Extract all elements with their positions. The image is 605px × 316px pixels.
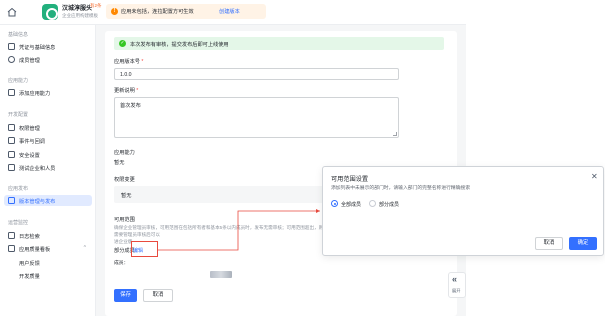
sidebar-item-version-release[interactable]: 版本管理与发布: [4, 195, 92, 206]
sidebar-section-release: 应用发布: [8, 186, 29, 192]
version-input[interactable]: 1.0.0: [114, 68, 399, 80]
version-label: 应用版本号 *: [114, 59, 144, 65]
sidebar-item-add-capability[interactable]: 添加应用能力: [4, 87, 92, 98]
sidebar: 基础信息 凭证与基础信息 成员管理 应用能力 添加应用能力 开发配置 权限管理 …: [0, 25, 96, 316]
notes-textarea[interactable]: 首次发布: [114, 97, 399, 138]
credential-icon: [8, 43, 15, 50]
create-version-link[interactable]: 创建版本: [219, 8, 240, 15]
home-icon[interactable]: [6, 6, 18, 18]
warning-icon: !: [111, 8, 118, 15]
event-icon: [8, 137, 15, 144]
expand-panel-button[interactable]: « 展开: [448, 272, 466, 298]
sidebar-section-capability: 应用能力: [8, 78, 29, 84]
sidebar-item-test-enterprise[interactable]: 测试企业和人员: [4, 162, 92, 173]
version-icon: [8, 197, 15, 204]
members-label: 成员：: [114, 261, 129, 266]
sidebar-item-credentials[interactable]: 凭证与基础信息: [4, 41, 92, 52]
app-name: 汉城淳服头: [62, 6, 93, 12]
lock-icon: [8, 124, 15, 131]
sidebar-item-quality-board[interactable]: 应用质量看板 ^: [4, 243, 92, 254]
sidebar-item-events[interactable]: 事件与回调: [4, 135, 92, 146]
check-circle-icon: ✓: [119, 40, 126, 47]
sidebar-item-logs[interactable]: 日志检索: [4, 230, 92, 241]
sidebar-item-label: 成员管理: [19, 57, 40, 64]
add-capability-icon: [8, 89, 15, 96]
success-alert: ✓ 本次发布有审核，提交发布后即可上线使用: [114, 37, 444, 50]
app-status-badge: 有2条: [90, 3, 102, 8]
radio-dot: [331, 200, 338, 207]
sidebar-item-label: 凭证与基础信息: [19, 44, 56, 51]
dialog-cancel-button[interactable]: 取消: [535, 237, 563, 250]
user-icon: [8, 56, 15, 63]
resize-handle-icon[interactable]: [393, 132, 397, 136]
radio-dot: [369, 200, 376, 207]
sidebar-item-members[interactable]: 成员管理: [4, 54, 92, 65]
chevron-up-icon: ^: [83, 245, 86, 251]
sidebar-section-dev: 开发配置: [8, 112, 29, 118]
app-subtitle: 企业应用构建模板: [62, 13, 98, 18]
radio-label: 全部成员: [341, 202, 362, 208]
member-avatar-blurred: [210, 271, 232, 278]
sidebar-item-label: 用户反馈: [19, 260, 40, 267]
sidebar-item-label: 测试企业和人员: [19, 165, 56, 172]
sidebar-item-label: 权限管理: [19, 125, 40, 132]
test-icon: [8, 164, 15, 171]
sidebar-item-label: 日志检索: [19, 233, 40, 240]
dialog-confirm-button[interactable]: 确定: [569, 237, 597, 250]
success-message: 本次发布有审核，提交发布后即可上线使用: [130, 41, 229, 48]
cancel-button[interactable]: 取消: [143, 289, 173, 302]
sidebar-item-label: 应用质量看板: [19, 246, 51, 253]
version-value: 1.0.0: [120, 71, 132, 78]
sidebar-section-ops: 运营监控: [8, 220, 29, 226]
scope-settings-dialog: 可用范围设置 ✕ 添加列表中未展示的部门时，请输入部门的完整名称进行精确搜索 全…: [322, 166, 604, 256]
dialog-description: 添加列表中未展示的部门时，请输入部门的完整名称进行精确搜索: [331, 186, 471, 191]
sidebar-item-label: 添加应用能力: [19, 90, 51, 97]
sidebar-section-basic: 基础信息: [8, 32, 29, 38]
scope-label: 可用范围: [114, 217, 135, 223]
sidebar-item-security[interactable]: 安全设置: [4, 149, 92, 160]
dialog-title: 可用范围设置: [331, 176, 369, 183]
app-logo: [42, 4, 58, 20]
permission-value: 暂无: [121, 192, 132, 199]
close-icon[interactable]: ✕: [591, 173, 598, 181]
notes-label: 更新说明 *: [114, 88, 139, 94]
app-window: 汉城淳服头 有2条 企业应用构建模板 ! 应用未包括，连拉配置方可生效 创建版本…: [0, 0, 605, 316]
notes-value: 首次发布: [120, 103, 141, 109]
dashboard-icon: [8, 245, 15, 252]
notice-banner: ! 应用未包括，连拉配置方可生效 创建版本: [106, 4, 266, 19]
expand-label: 展开: [452, 288, 461, 293]
permission-label: 权限变更: [114, 177, 135, 183]
radio-label: 部分成员: [379, 202, 400, 208]
sidebar-item-dev-quality[interactable]: 开发质量: [4, 270, 92, 281]
capability-value: 暂无: [114, 160, 125, 166]
sidebar-item-label: 事件与回调: [19, 138, 45, 145]
sidebar-item-user-feedback[interactable]: 用户反馈: [4, 257, 92, 268]
sidebar-item-label: 开发质量: [19, 273, 40, 280]
capability-label: 应用能力: [114, 150, 135, 156]
log-icon: [8, 232, 15, 239]
annotation-highlight: [131, 241, 158, 257]
top-bar: 汉城淳服头 有2条 企业应用构建模板 ! 应用未包括，连拉配置方可生效 创建版本: [0, 0, 466, 25]
sidebar-item-permissions[interactable]: 权限管理: [4, 122, 92, 133]
save-button[interactable]: 保存: [114, 289, 137, 302]
notice-message: 应用未包括，连拉配置方可生效: [121, 9, 194, 15]
sidebar-item-label: 版本管理与发布: [19, 198, 56, 205]
shield-icon: [8, 151, 15, 158]
double-chevron-left-icon: «: [452, 274, 458, 284]
sidebar-item-label: 安全设置: [19, 152, 40, 159]
